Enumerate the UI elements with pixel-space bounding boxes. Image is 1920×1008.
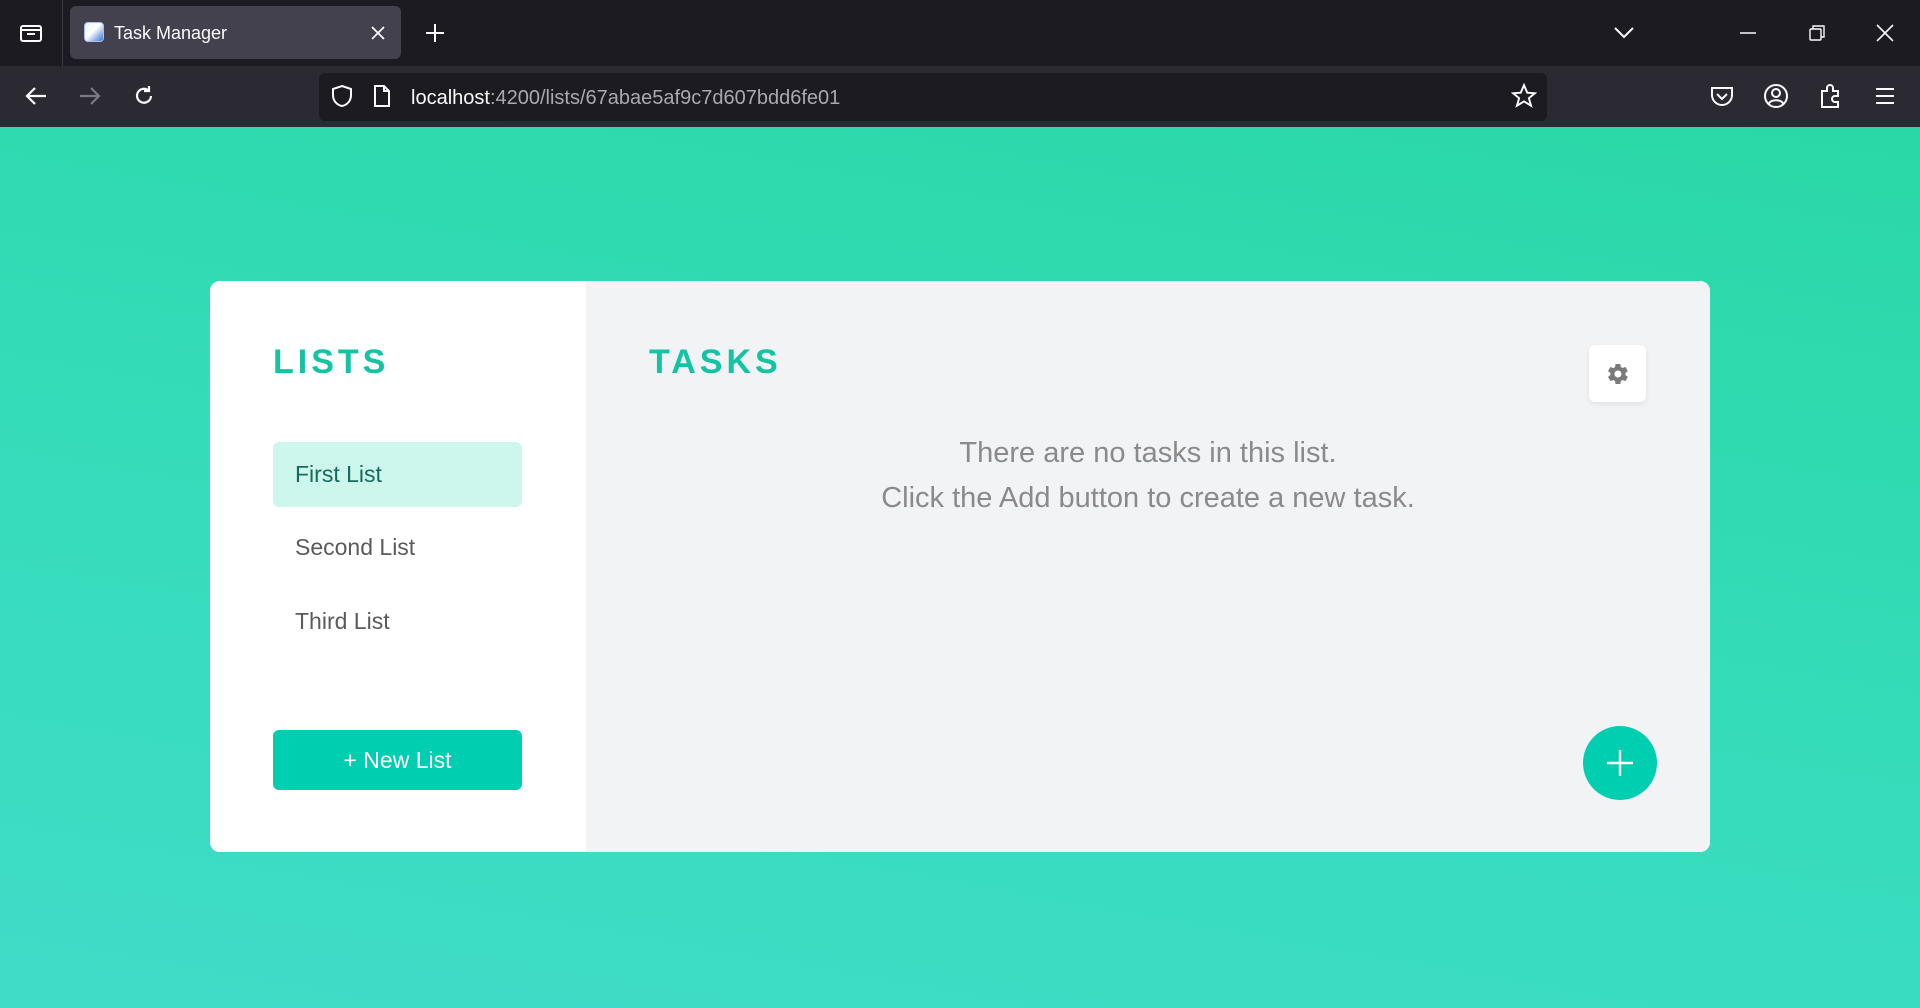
menu-button[interactable] — [1862, 73, 1908, 119]
tab-list-icon — [20, 25, 42, 42]
tab-title: Task Manager — [114, 23, 228, 43]
tab-list-button[interactable] — [8, 10, 54, 56]
tasks-panel: TASKS There are no tasks in this list. C… — [586, 281, 1710, 852]
page-background: LISTS First List Second List Third List … — [0, 127, 1920, 1008]
plus-icon — [426, 24, 444, 42]
extensions-button[interactable] — [1808, 73, 1854, 119]
back-button[interactable] — [13, 73, 59, 119]
puzzle-icon — [1821, 84, 1839, 108]
arrow-right-icon — [80, 87, 101, 105]
tab-close-button[interactable] — [365, 20, 391, 46]
gear-icon — [1607, 363, 1628, 384]
url-text[interactable]: localhost:4200/lists/67abae5af9c7d607bdd… — [411, 87, 840, 110]
minimize-icon — [1740, 32, 1756, 34]
pocket-button[interactable] — [1699, 73, 1745, 119]
minimize-button[interactable] — [1723, 8, 1773, 58]
new-tab-button[interactable] — [414, 12, 456, 54]
lists-sidebar: LISTS First List Second List Third List … — [210, 281, 586, 852]
hamburger-menu-icon — [1876, 88, 1894, 104]
reload-button[interactable] — [121, 73, 167, 119]
new-list-button[interactable]: + New List — [273, 730, 522, 790]
empty-message-line-2: Click the Add button to create a new tas… — [881, 482, 1415, 514]
arrow-left-icon — [25, 87, 46, 105]
forward-button[interactable] — [67, 73, 113, 119]
account-icon — [1764, 84, 1788, 108]
app-favicon-icon — [84, 22, 104, 42]
page-icon[interactable] — [373, 85, 391, 107]
list-item-first[interactable]: First List — [273, 442, 522, 507]
empty-tasks-message: There are no tasks in this list. Click t… — [586, 431, 1710, 521]
list-item-second[interactable]: Second List — [273, 515, 522, 580]
empty-message-line-1: There are no tasks in this list. — [959, 437, 1337, 469]
close-window-button[interactable] — [1860, 8, 1910, 58]
close-icon — [1876, 24, 1894, 42]
list-settings-button[interactable] — [1589, 345, 1646, 402]
tasks-title: TASKS — [649, 343, 782, 381]
list-all-tabs-button[interactable] — [1599, 8, 1649, 58]
restore-button[interactable] — [1792, 8, 1842, 58]
browser-tab-active[interactable]: Task Manager — [70, 6, 401, 59]
task-manager-card: LISTS First List Second List Third List … — [210, 281, 1710, 852]
chevron-down-icon — [1614, 27, 1634, 39]
plus-icon — [1607, 750, 1633, 776]
lists-title: LISTS — [273, 343, 390, 381]
star-icon[interactable] — [1511, 83, 1537, 109]
add-task-button[interactable] — [1583, 726, 1657, 800]
list-item-third[interactable]: Third List — [273, 589, 522, 654]
url-bar[interactable]: localhost:4200/lists/67abae5af9c7d607bdd… — [319, 73, 1547, 121]
account-button[interactable] — [1753, 73, 1799, 119]
close-icon — [371, 26, 385, 40]
shield-icon[interactable] — [331, 84, 353, 108]
browser-tab-bar: Task Manager — [0, 0, 1920, 66]
browser-nav-bar: localhost:4200/lists/67abae5af9c7d607bdd… — [0, 66, 1920, 127]
url-host: localhost — [411, 87, 490, 109]
url-path: :4200/lists/67abae5af9c7d607bdd6fe01 — [489, 87, 841, 109]
pocket-icon — [1711, 87, 1733, 106]
restore-icon — [1809, 25, 1825, 41]
tab-separator — [62, 0, 63, 66]
reload-icon — [135, 86, 153, 104]
